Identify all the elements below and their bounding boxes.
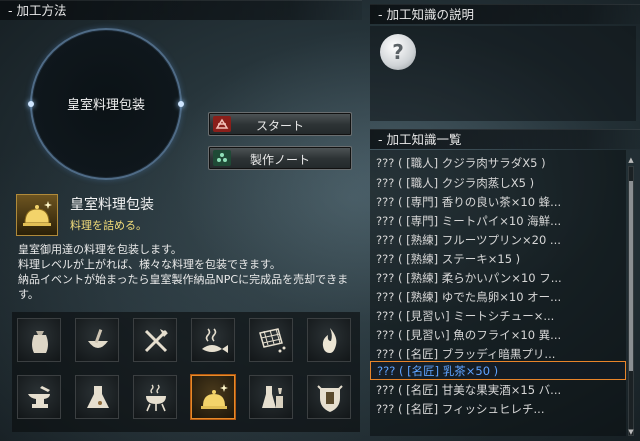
grill-icon	[146, 384, 166, 412]
category-net[interactable]	[249, 318, 293, 362]
list-item[interactable]: ??? ( [職人] クジラ肉蒸しX5 )	[370, 174, 626, 193]
list-item[interactable]: ??? ( [熟練] ステーキ×15 )	[370, 250, 626, 269]
recipe-subtitle: 料理を詰める。	[70, 219, 147, 232]
description-line: 料理レベルが上がれば、様々な料理を包装できます。	[18, 258, 281, 271]
category-potion[interactable]	[249, 375, 293, 419]
header-method: - 加工方法	[0, 0, 362, 20]
axe-hammer-icon	[144, 329, 168, 353]
list-item[interactable]: ??? ( [専門] ミートパイ×10 海鮮...	[370, 212, 626, 231]
category-cloche[interactable]	[191, 375, 235, 419]
header-description: - 加工知識の説明	[370, 4, 640, 24]
crafting-ring: 皇室料理包装	[28, 28, 184, 180]
category-alchemy[interactable]	[75, 375, 119, 419]
scroll-up-arrow-icon[interactable]: ▲	[628, 156, 634, 164]
fire-icon	[322, 328, 337, 353]
scroll-thumb[interactable]	[629, 181, 633, 371]
recipe-description: 皇室御用達の料理を包装します。 料理レベルが上がれば、様々な料理を包装できます。…	[18, 242, 358, 302]
description-line: 納品イベントが始まったら皇室製作納品NPCに完成品を売却できま	[18, 273, 349, 286]
potion-icon	[262, 386, 283, 408]
cloche-icon	[201, 384, 228, 409]
description-line: す。	[18, 288, 39, 301]
mortar-icon	[88, 329, 108, 348]
category-tools[interactable]	[133, 318, 177, 362]
category-fire[interactable]	[307, 318, 351, 362]
category-bowl[interactable]	[75, 318, 119, 362]
sack-icon	[32, 331, 48, 353]
list-item-selected[interactable]: ??? ( [名匠] 乳茶×50 )	[370, 361, 626, 380]
crafting-note-button[interactable]: 製作ノート	[208, 146, 352, 170]
category-crest[interactable]	[307, 375, 351, 419]
category-grid	[12, 312, 360, 432]
category-grill[interactable]	[133, 375, 177, 419]
list-item[interactable]: ??? ( [見習い] 魚のフライ×10 異...	[370, 326, 626, 345]
list-item[interactable]: ??? ( [熟練] ゆでた鳥卵×10 オー...	[370, 288, 626, 307]
description-line: 皇室御用達の料理を包装します。	[18, 243, 182, 256]
list-scrollbar[interactable]	[628, 166, 634, 436]
category-fish[interactable]	[191, 318, 235, 362]
knowledge-list: ??? ( [職人] クジラ肉サラダX5 ) ??? ( [職人] クジラ肉蒸し…	[370, 150, 626, 436]
start-label: スタート	[255, 119, 304, 133]
scroll-down-arrow-icon[interactable]: ▼	[628, 428, 634, 436]
question-icon: ?	[380, 34, 416, 70]
list-item[interactable]: ??? ( [専門] 香りの良い茶×10 蜂...	[370, 193, 626, 212]
flask-icon	[87, 386, 109, 408]
recipe-title: 皇室料理包装	[70, 197, 154, 213]
header-list: - 加工知識一覧	[370, 129, 640, 149]
start-button[interactable]: スタート	[208, 112, 352, 136]
list-item[interactable]: ??? ( [見習い] ミートシチュー×...	[370, 307, 626, 326]
description-panel: ?	[370, 26, 636, 121]
crest-icon	[317, 385, 343, 412]
list-item[interactable]: ??? ( [名匠] フィッシュヒレチ...	[370, 400, 626, 419]
crafting-note-label: 製作ノート	[249, 153, 310, 167]
list-item[interactable]: ??? ( [熟練] 柔らかいパン×10 フ...	[370, 269, 626, 288]
cloche-icon	[16, 194, 58, 236]
list-item[interactable]: ??? ( [名匠] 甘美な果実酒×15 バ...	[370, 381, 626, 400]
list-item[interactable]: ??? ( [熟練] フルーツプリン×20 ...	[370, 231, 626, 250]
net-icon	[259, 328, 286, 353]
ring-label: 皇室料理包装	[66, 98, 145, 113]
steaming-fish-icon	[202, 328, 228, 353]
anvil-icon	[28, 386, 50, 408]
category-bag[interactable]	[17, 318, 61, 362]
recipe-info: 皇室料理包装 料理を詰める。 皇室御用達の料理を包装します。 料理レベルが上がれ…	[6, 186, 360, 310]
list-item[interactable]: ??? ( [職人] クジラ肉サラダX5 )	[370, 154, 626, 173]
category-anvil[interactable]	[17, 375, 61, 419]
